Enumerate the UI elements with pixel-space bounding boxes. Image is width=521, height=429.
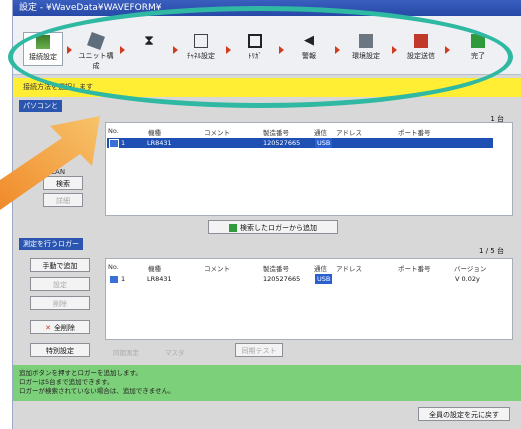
alarm-button[interactable]: ◀ 警報 (289, 32, 329, 66)
special-settings-button[interactable]: 特別設定 (30, 343, 90, 357)
manual-add-button[interactable]: 手動で追加 (30, 258, 90, 272)
connection-settings-button[interactable]: 接続設定 (23, 32, 63, 66)
col-no: No. (108, 127, 119, 135)
send-icon (414, 34, 428, 48)
measure-logger-table: No. 機種 コメント 製造番号 通信 アドレス ポート番号 バージョン 1 L… (105, 258, 513, 340)
sync-measure-checkbox[interactable]: 同期測定 (113, 347, 139, 357)
pc-section-title: パソコンと (19, 100, 62, 112)
table-row[interactable]: 1 LR8431 120527665 USB (107, 138, 493, 148)
delete-icon: ✕ (45, 324, 51, 332)
col-serial: 製造番号 (263, 129, 289, 137)
trigger-button[interactable]: ﾄﾘｶﾞ (235, 32, 275, 66)
search-button[interactable]: 検索 (43, 176, 83, 190)
notice-bar: 接続方法を選択します (13, 78, 521, 97)
col-model: 機種 (148, 129, 161, 137)
lan-label: LAN (51, 168, 66, 176)
hourglass-icon: ⧗ (144, 33, 154, 49)
col-address: アドレス (336, 129, 362, 137)
channel-icon (194, 34, 208, 48)
col-port: ポート番号 (398, 129, 431, 137)
add-from-search-button[interactable]: 検索したロガーから追加 (208, 220, 338, 234)
sync-test-button[interactable]: 同期テスト (235, 343, 283, 357)
title-bar: 設定 - ¥WaveData¥WAVEFORM¥ (13, 0, 521, 16)
delete-all-button[interactable]: ✕ 全削除 (30, 320, 90, 334)
checkbox-icon[interactable] (109, 274, 119, 284)
col-comment: コメント (204, 129, 230, 137)
edit-button[interactable]: 設定 (30, 277, 90, 291)
delete-button[interactable]: 削除 (30, 296, 90, 310)
unit-icon (87, 32, 105, 50)
checkbox-icon[interactable] (109, 138, 119, 148)
trigger-icon (248, 34, 262, 48)
toolbar: 接続設定 ユニット構成 ⧗ ﾁｬﾈﾙ設定 ﾄﾘｶﾞ ◀ 警報 環境設定 設定送信… (13, 16, 521, 75)
alarm-icon: ◀ (304, 33, 314, 48)
add-icon (229, 224, 237, 232)
finish-flag-icon (471, 34, 485, 48)
measure-settings-button[interactable]: ⧗ (129, 32, 169, 66)
pc-logger-table: No. 機種 コメント 製造番号 通信 アドレス ポート番号 1 LR8431 … (105, 122, 513, 216)
environment-icon (359, 34, 373, 48)
col-comm: 通信 (314, 129, 327, 137)
environment-settings-button[interactable]: 環境設定 (346, 32, 386, 66)
measure-section-title: 測定を行うロガー (19, 238, 83, 250)
unit-config-button[interactable]: ユニット構成 (76, 32, 116, 70)
send-settings-button[interactable]: 設定送信 (401, 32, 441, 66)
help-area: 追加ボタンを押すとロガーを追加します。 ロガーは5台まで追加できます。 ロガーが… (13, 365, 521, 401)
master-label: マスタ (165, 349, 185, 357)
reset-settings-button[interactable]: 全員の設定を元に戻す (418, 407, 510, 421)
table-row[interactable]: 1 LR8431 120527665 USB V 0.02y (107, 274, 507, 284)
measure-count: 1 / 5 台 (479, 247, 504, 255)
channel-settings-button[interactable]: ﾁｬﾈﾙ設定 (181, 32, 221, 66)
finish-button[interactable]: 完了 (458, 32, 498, 66)
settings-window: 設定 - ¥WaveData¥WAVEFORM¥ 接続設定 ユニット構成 ⧗ ﾁ… (12, 0, 521, 429)
network-icon (36, 35, 50, 49)
detail-button[interactable]: 詳細 (43, 193, 83, 207)
